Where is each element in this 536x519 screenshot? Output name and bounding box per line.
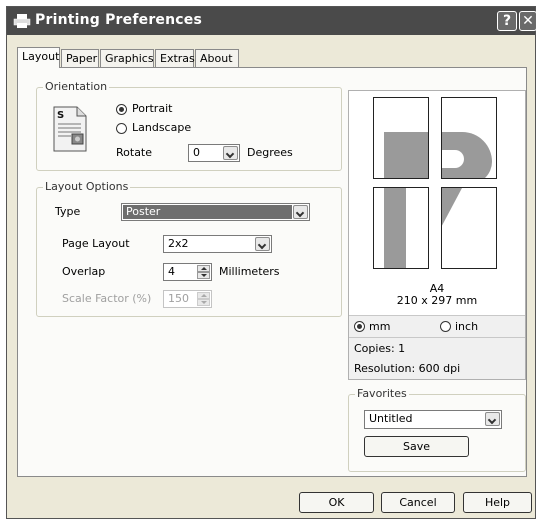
overlap-label: Overlap bbox=[62, 265, 106, 278]
tab-graphics[interactable]: Graphics bbox=[100, 49, 154, 67]
tab-extras[interactable]: Extras bbox=[155, 49, 195, 67]
copies-text: Copies: 1 bbox=[354, 342, 406, 355]
ok-button[interactable]: OK bbox=[299, 492, 374, 513]
chevron-down-icon[interactable] bbox=[485, 412, 500, 426]
resolution-row: Resolution: 600 dpi bbox=[349, 358, 525, 379]
page-layout-label: Page Layout bbox=[62, 237, 130, 250]
scale-factor-label: Scale Factor (%) bbox=[62, 292, 152, 305]
layout-tab-panel: Orientation S Portrait Landscape Rotate … bbox=[17, 67, 527, 477]
spin-up-icon[interactable] bbox=[197, 265, 210, 272]
chevron-down-icon[interactable] bbox=[293, 205, 308, 219]
landscape-label: Landscape bbox=[132, 121, 192, 134]
type-label: Type bbox=[55, 205, 81, 218]
spin-down-icon bbox=[197, 299, 210, 306]
layout-options-group-label: Layout Options bbox=[43, 180, 131, 193]
spin-down-icon[interactable] bbox=[197, 272, 210, 279]
orientation-group: Orientation S Portrait Landscape Rotate … bbox=[36, 80, 342, 171]
help-title-button[interactable]: ? bbox=[497, 11, 517, 31]
paper-size: 210 x 297 mm bbox=[396, 294, 478, 307]
unit-inch-radio[interactable] bbox=[440, 321, 451, 332]
favorites-group-label: Favorites bbox=[355, 387, 409, 400]
save-favorite-button[interactable]: Save bbox=[364, 436, 469, 457]
overlap-spin-buttons[interactable] bbox=[197, 265, 210, 279]
portrait-label: Portrait bbox=[132, 102, 173, 115]
overlap-stepper[interactable]: 4 bbox=[163, 263, 212, 281]
tab-layout[interactable]: Layout bbox=[17, 47, 60, 68]
tab-paper[interactable]: Paper bbox=[61, 49, 99, 67]
window-title: Printing Preferences bbox=[35, 12, 203, 28]
tab-about[interactable]: About bbox=[195, 49, 239, 67]
unit-mm-label: mm bbox=[369, 320, 391, 333]
portrait-radio[interactable] bbox=[116, 104, 127, 115]
poster-tile-bottom-right bbox=[441, 187, 497, 269]
unit-inch-label: inch bbox=[455, 320, 479, 333]
orientation-group-label: Orientation bbox=[43, 80, 110, 93]
poster-tile-top-left bbox=[373, 97, 429, 179]
page-layout-select[interactable]: 2x2 bbox=[163, 235, 272, 253]
favorites-select[interactable]: Untitled bbox=[364, 410, 502, 429]
poster-tile-top-right bbox=[441, 97, 497, 179]
poster-tile-bottom-left bbox=[373, 187, 429, 269]
favorites-group: Favorites Untitled Save bbox=[348, 387, 526, 472]
unit-row: mm inch bbox=[349, 316, 525, 338]
cancel-button[interactable]: Cancel bbox=[381, 492, 455, 513]
chevron-down-icon[interactable] bbox=[223, 146, 238, 160]
degrees-label: Degrees bbox=[247, 146, 293, 159]
layout-options-group: Layout Options Type Poster Page Layout 2… bbox=[36, 180, 342, 317]
rotate-label: Rotate bbox=[116, 146, 153, 159]
layout-preview: A4 210 x 297 mm mm inch Copies: 1 Resolu… bbox=[348, 90, 526, 380]
portrait-page-icon: S bbox=[53, 106, 87, 152]
overlap-unit-label: Millimeters bbox=[219, 265, 280, 278]
type-select[interactable]: Poster bbox=[121, 203, 310, 221]
poster-preview-canvas: A4 210 x 297 mm bbox=[349, 91, 525, 316]
printing-preferences-dialog: Printing Preferences ? ✕ Layout Paper Gr… bbox=[6, 6, 536, 519]
resolution-text: Resolution: 600 dpi bbox=[354, 362, 461, 375]
close-button[interactable]: ✕ bbox=[519, 11, 536, 31]
spin-up-icon bbox=[197, 292, 210, 299]
scale-factor-spin-buttons bbox=[197, 292, 210, 306]
help-button[interactable]: Help bbox=[463, 492, 532, 513]
title-bar: Printing Preferences ? ✕ bbox=[7, 7, 536, 35]
copies-row: Copies: 1 bbox=[349, 338, 525, 360]
rotate-select[interactable]: 0 bbox=[188, 144, 240, 162]
landscape-radio[interactable] bbox=[116, 123, 127, 134]
unit-mm-radio[interactable] bbox=[354, 321, 365, 332]
chevron-down-icon[interactable] bbox=[255, 237, 270, 251]
svg-text:S: S bbox=[57, 110, 64, 121]
scale-factor-stepper: 150 bbox=[163, 290, 212, 308]
printer-icon bbox=[13, 14, 31, 28]
